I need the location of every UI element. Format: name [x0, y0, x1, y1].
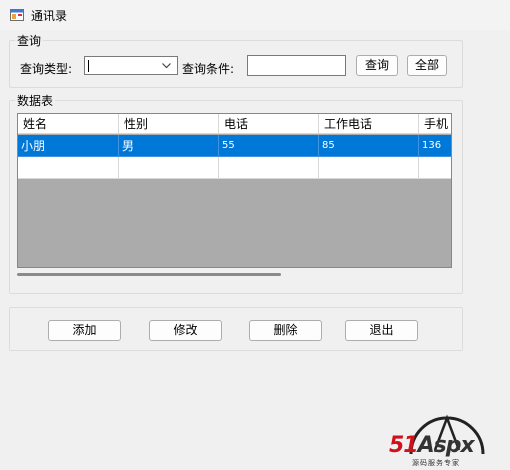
- data-grid[interactable]: 姓名 性别 电话 工作电话 手机 小朋 男 55 85 136: [17, 113, 452, 268]
- new-row-cell-phone[interactable]: [219, 157, 319, 179]
- query-type-combobox[interactable]: [84, 56, 178, 75]
- query-group-label: 查询: [15, 32, 44, 49]
- show-all-button[interactable]: 全部: [407, 55, 447, 76]
- exit-button[interactable]: 退出: [345, 320, 418, 341]
- edit-button[interactable]: 修改: [149, 320, 222, 341]
- watermark-tagline: 源码服务专家: [412, 459, 460, 467]
- cell-phone[interactable]: 55: [219, 135, 319, 157]
- column-header-mobile[interactable]: 手机: [419, 114, 451, 134]
- data-table-group-label: 数据表: [15, 92, 56, 109]
- chevron-down-icon[interactable]: [161, 60, 172, 71]
- query-condition-label: 查询条件:: [182, 62, 235, 76]
- cell-gender[interactable]: 男: [119, 135, 219, 157]
- title-bar: 通讯录: [0, 0, 510, 30]
- search-button[interactable]: 查询: [356, 55, 398, 76]
- column-header-name[interactable]: 姓名: [18, 114, 119, 134]
- watermark-logo: 51Aspx 源码服务专家: [385, 400, 510, 470]
- column-header-gender[interactable]: 性别: [119, 114, 219, 134]
- grid-header-row: 姓名 性别 电话 工作电话 手机: [18, 114, 451, 134]
- query-condition-input[interactable]: [247, 55, 346, 76]
- watermark-brand: 51Aspx: [389, 433, 475, 458]
- column-header-work-phone[interactable]: 工作电话: [319, 114, 419, 134]
- new-row-cell-name[interactable]: [18, 157, 119, 179]
- add-button[interactable]: 添加: [48, 320, 121, 341]
- horizontal-scrollbar[interactable]: [17, 273, 281, 276]
- table-row[interactable]: 小朋 男 55 85 136: [18, 135, 451, 157]
- query-type-label: 查询类型:: [20, 62, 73, 76]
- cell-mobile[interactable]: 136: [419, 135, 451, 157]
- new-row[interactable]: [18, 157, 451, 179]
- text-caret: [88, 60, 89, 72]
- new-row-cell-gender[interactable]: [119, 157, 219, 179]
- window-title: 通讯录: [31, 9, 68, 23]
- cell-work-phone[interactable]: 85: [319, 135, 419, 157]
- column-header-phone[interactable]: 电话: [219, 114, 319, 134]
- app-icon: [10, 9, 24, 21]
- new-row-cell-mobile[interactable]: [419, 157, 451, 179]
- delete-button[interactable]: 删除: [249, 320, 322, 341]
- new-row-cell-work-phone[interactable]: [319, 157, 419, 179]
- cell-name[interactable]: 小朋: [18, 135, 119, 157]
